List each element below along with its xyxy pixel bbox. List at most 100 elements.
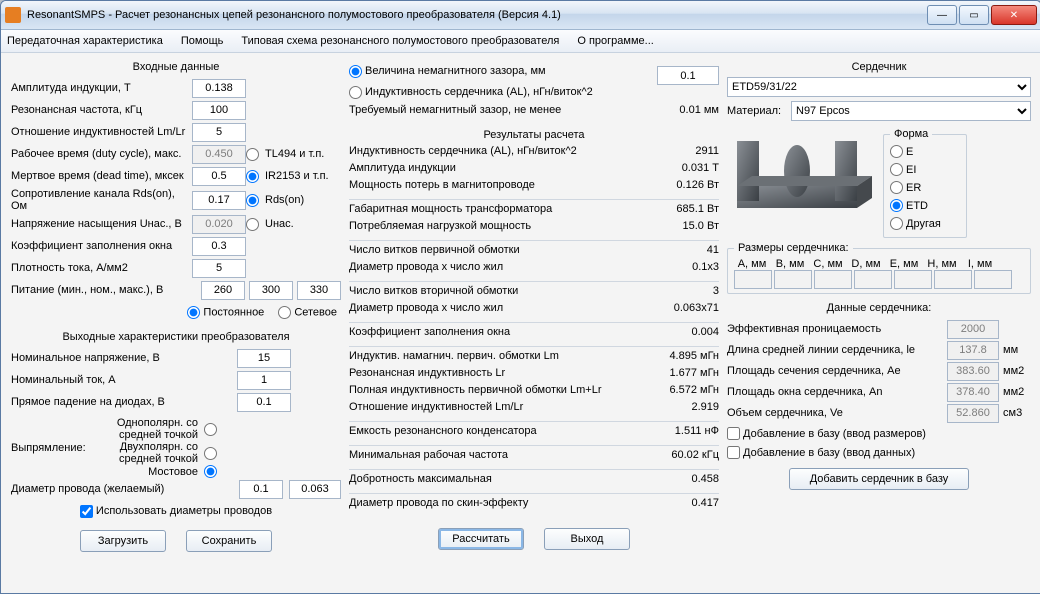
radio-rect-dual[interactable] xyxy=(204,447,217,460)
radio-shape-e[interactable] xyxy=(890,145,903,158)
result-label: Амплитуда индукции xyxy=(349,162,641,179)
result-label: Коэффициент заполнения окна xyxy=(349,326,641,343)
input-lmlr[interactable] xyxy=(192,123,246,142)
menu-transfer[interactable]: Передаточная характеристика xyxy=(7,35,163,47)
input-ae xyxy=(947,362,999,381)
result-value: 1.677 мГн xyxy=(641,367,719,384)
close-button[interactable]: ✕ xyxy=(991,5,1037,25)
result-value: 0.126 Вт xyxy=(641,179,719,196)
shape-group: Форма E EI ER ETD Другая xyxy=(883,128,967,238)
result-value: 41 xyxy=(641,244,719,261)
radio-ir2153[interactable] xyxy=(246,170,259,183)
input-title: Входные данные xyxy=(11,61,341,73)
input-wire1[interactable] xyxy=(239,480,283,499)
radio-rect-single[interactable] xyxy=(204,423,217,436)
label-rect: Выпрямление: xyxy=(11,442,103,454)
check-add-data[interactable] xyxy=(727,446,740,459)
input-amp-b[interactable] xyxy=(192,79,246,98)
minimize-button[interactable]: — xyxy=(927,5,957,25)
result-value: 0.458 xyxy=(641,473,719,490)
result-value: 0.417 xyxy=(641,497,719,514)
result-label: Габаритная мощность трансформатора xyxy=(349,203,641,220)
window-title: ResonantSMPS - Расчет резонансных цепей … xyxy=(27,9,927,21)
input-gap[interactable] xyxy=(657,66,719,85)
save-button[interactable]: Сохранить xyxy=(186,530,272,552)
input-dead[interactable] xyxy=(192,167,246,186)
results-list: Индуктивность сердечника (AL), нГн/виток… xyxy=(349,145,719,514)
result-label: Потребляемая нагрузкой мощность xyxy=(349,220,641,237)
result-label: Добротность максимальная xyxy=(349,473,641,490)
label-power: Питание (мин., ном., макс.), В xyxy=(11,284,197,296)
app-icon xyxy=(5,7,21,23)
select-core[interactable]: ETD59/31/22 xyxy=(727,77,1031,97)
label-lmlr: Отношение индуктивностей Lm/Lr xyxy=(11,126,192,138)
calc-button[interactable]: Рассчитать xyxy=(438,528,524,550)
result-label: Число витков первичной обмотки xyxy=(349,244,641,261)
input-wire2[interactable] xyxy=(289,480,341,499)
radio-shape-er[interactable] xyxy=(890,181,903,194)
result-value: 0.063x71 xyxy=(641,302,719,319)
maximize-button[interactable]: ▭ xyxy=(959,5,989,25)
radio-gap-al[interactable] xyxy=(349,86,362,99)
result-value: 3 xyxy=(641,285,719,302)
radio-shape-ei[interactable] xyxy=(890,163,903,176)
radio-ac[interactable] xyxy=(278,306,291,319)
input-kfill[interactable] xyxy=(192,237,246,256)
result-value: 1.511 нФ xyxy=(641,425,719,442)
result-label: Полная индуктивность первичной обмотки L… xyxy=(349,384,641,401)
input-dim xyxy=(974,270,1012,289)
label-dead: Мертвое время (dead time), мксек xyxy=(11,170,192,182)
result-label: Мощность потерь в магнитопроводе xyxy=(349,179,641,196)
radio-usat[interactable] xyxy=(246,218,259,231)
label-wire: Диаметр провода (желаемый) xyxy=(11,483,239,495)
input-vdiode[interactable] xyxy=(237,393,291,412)
radio-rdson[interactable] xyxy=(246,194,259,207)
check-add-dims[interactable] xyxy=(727,427,740,440)
input-dim xyxy=(854,270,892,289)
radio-tl494[interactable] xyxy=(246,148,259,161)
value-req-gap: 0.01 мм xyxy=(641,104,719,121)
result-value: 0.004 xyxy=(641,326,719,343)
input-inom[interactable] xyxy=(237,371,291,390)
input-fres[interactable] xyxy=(192,101,246,120)
load-button[interactable]: Загрузить xyxy=(80,530,166,552)
add-core-button[interactable]: Добавить сердечник в базу xyxy=(789,468,969,490)
input-dim xyxy=(814,270,852,289)
label-inom: Номинальный ток, А xyxy=(11,374,237,386)
app-window: ResonantSMPS - Расчет резонансных цепей … xyxy=(0,0,1040,594)
input-le xyxy=(947,341,999,360)
result-label: Диаметр провода x число жил xyxy=(349,261,641,278)
input-power-nom[interactable] xyxy=(249,281,293,300)
input-ve xyxy=(947,404,999,423)
label-duty: Рабочее время (duty cycle), макс. xyxy=(11,148,192,160)
radio-dc[interactable] xyxy=(187,306,200,319)
exit-button[interactable]: Выход xyxy=(544,528,630,550)
result-value: 60.02 кГц xyxy=(641,449,719,466)
input-jdens[interactable] xyxy=(192,259,246,278)
radio-gap-mm[interactable] xyxy=(349,65,362,78)
menu-help[interactable]: Помощь xyxy=(181,35,224,47)
input-dim xyxy=(934,270,972,289)
result-label: Отношение индуктивностей Lm/Lr xyxy=(349,401,641,418)
menu-about[interactable]: О программе... xyxy=(577,35,653,47)
radio-shape-other[interactable] xyxy=(890,217,903,230)
check-use-dia[interactable] xyxy=(80,505,93,518)
select-material[interactable]: N97 Epcos xyxy=(791,101,1031,121)
result-value: 4.895 мГн xyxy=(641,350,719,367)
input-power-max[interactable] xyxy=(297,281,341,300)
menu-schematic[interactable]: Типовая схема резонансного полумостового… xyxy=(241,35,559,47)
core-title: Сердечник xyxy=(727,61,1031,73)
result-label: Минимальная рабочая частота xyxy=(349,449,641,466)
input-an xyxy=(947,383,999,402)
radio-shape-etd[interactable] xyxy=(890,199,903,212)
label-jdens: Плотность тока, А/мм2 xyxy=(11,262,192,274)
input-rds[interactable] xyxy=(192,191,246,210)
input-dim xyxy=(894,270,932,289)
input-power-min[interactable] xyxy=(201,281,245,300)
client-area: Входные данные Амплитуда индукции, Т Рез… xyxy=(1,53,1040,594)
result-value: 6.572 мГн xyxy=(641,384,719,401)
input-vnom[interactable] xyxy=(237,349,291,368)
radio-rect-bridge[interactable] xyxy=(204,465,217,478)
label-vnom: Номинальное напряжение, В xyxy=(11,352,237,364)
result-value: 15.0 Вт xyxy=(641,220,719,237)
